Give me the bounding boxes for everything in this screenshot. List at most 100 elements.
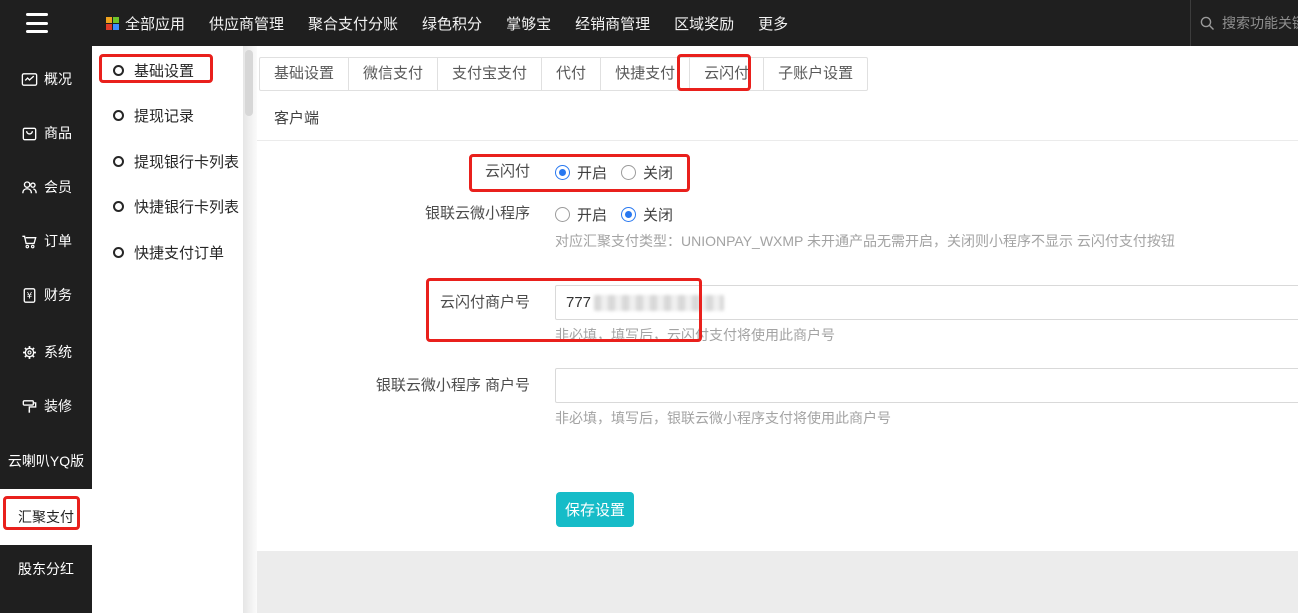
submenu-label: 提现银行卡列表 bbox=[134, 153, 240, 171]
top-nav-dealer[interactable]: 经销商管理 bbox=[575, 13, 650, 34]
radio-selected-icon bbox=[555, 164, 570, 180]
top-nav-more[interactable]: 更多 bbox=[758, 13, 788, 34]
system-icon bbox=[23, 345, 36, 359]
radio-unselected-icon bbox=[621, 164, 637, 180]
tab-daifu[interactable]: 代付 bbox=[541, 57, 602, 91]
tab-quick-pay[interactable]: 快捷支付 bbox=[600, 57, 691, 91]
field-label: 云闪付商户号 bbox=[439, 294, 530, 311]
radio-label: 关闭 bbox=[643, 206, 674, 224]
field-label: 银联云微小程序 bbox=[424, 205, 530, 222]
sidebar-label: 概况 bbox=[44, 71, 72, 87]
sidebar-item-finance[interactable]: ¥ 财务 bbox=[0, 284, 92, 306]
section-divider bbox=[257, 140, 1298, 141]
sidebar-item-goods[interactable]: 商品 bbox=[0, 122, 92, 144]
goods-icon bbox=[22, 127, 37, 140]
top-nav: 全部应用 供应商管理 聚合支付分账 绿色积分 掌够宝 经销商管理 区域奖励 更多 bbox=[106, 0, 788, 46]
help-text-quickpass-merchant: 非必填，填写后，云闪付支付将使用此商户号 bbox=[555, 327, 835, 343]
sidebar-label: 装修 bbox=[44, 398, 72, 414]
sidebar-label: 股东分红 bbox=[18, 561, 74, 577]
form-row-miniprogram-merchant-id: 银联云微小程序 商户号 非必填，填写后，银联云微小程序支付将使用此商户号 bbox=[257, 368, 1298, 428]
search-input[interactable] bbox=[1222, 15, 1298, 31]
bullet-icon bbox=[113, 246, 124, 258]
top-bar: 全部应用 供应商管理 聚合支付分账 绿色积分 掌够宝 经销商管理 区域奖励 更多 bbox=[0, 0, 1298, 46]
grid-icon bbox=[106, 16, 119, 30]
radio-quickpass-off[interactable]: 关闭 bbox=[621, 162, 673, 183]
form-row-miniprogram-toggle: 银联云微小程序 开启 关闭 对应汇聚支付类型：UNIONPAY_WXMP 未开通… bbox=[257, 202, 1175, 251]
tab-basic-settings[interactable]: 基础设置 bbox=[259, 57, 350, 91]
field-label: 银联云微小程序 商户号 bbox=[375, 377, 530, 394]
tab-subaccount-settings[interactable]: 子账户设置 bbox=[763, 57, 869, 91]
sidebar-item-shareholder-dividend[interactable]: 股东分红 bbox=[0, 558, 92, 580]
radio-label: 关闭 bbox=[643, 164, 674, 182]
main-sidebar: 概况 商品 会员 订单 ¥ 财务 系统 装修 云喇叭YQ版 汇聚支付 股东分红 bbox=[0, 46, 92, 613]
bullet-icon bbox=[113, 64, 124, 76]
top-nav-split-pay[interactable]: 聚合支付分账 bbox=[308, 13, 398, 34]
sidebar-label: 汇聚支付 bbox=[18, 509, 74, 525]
search-box bbox=[1199, 0, 1298, 46]
section-title-client: 客户端 bbox=[274, 110, 320, 127]
sidebar-label: 系统 bbox=[44, 344, 72, 360]
sub-sidebar: 基础设置 提现记录 提现银行卡列表 快捷银行卡列表 快捷支付订单 bbox=[92, 46, 243, 613]
sidebar-label: 会员 bbox=[44, 179, 72, 195]
bullet-icon bbox=[113, 155, 124, 167]
miniprogram-merchant-id-input[interactable] bbox=[555, 368, 1298, 403]
radio-unselected-icon bbox=[555, 206, 570, 222]
tab-alipay[interactable]: 支付宝支付 bbox=[437, 57, 543, 91]
menu-icon[interactable] bbox=[26, 13, 48, 33]
top-nav-label: 全部应用 bbox=[125, 15, 186, 33]
submenu-item-basic-settings[interactable]: 基础设置 bbox=[92, 58, 243, 82]
submenu-label: 提现记录 bbox=[134, 107, 195, 125]
help-text-miniprogram: 对应汇聚支付类型：UNIONPAY_WXMP 未开通产品无需开启，关闭则小程序不… bbox=[555, 233, 1175, 249]
tab-unionpay-quickpass[interactable]: 云闪付 bbox=[689, 57, 765, 91]
sidebar-item-yunlaba[interactable]: 云喇叭YQ版 bbox=[0, 450, 92, 472]
overview-icon bbox=[21, 72, 38, 86]
top-nav-all-apps[interactable]: 全部应用 bbox=[106, 13, 185, 34]
search-icon bbox=[1200, 16, 1214, 30]
scrollbar-thumb[interactable] bbox=[245, 50, 253, 116]
members-icon bbox=[22, 180, 37, 193]
sidebar-item-orders[interactable]: 订单 bbox=[0, 230, 92, 252]
sidebar-label: 财务 bbox=[44, 287, 72, 303]
orders-icon bbox=[22, 235, 37, 248]
sidebar-item-huiju-pay[interactable]: 汇聚支付 bbox=[0, 489, 92, 545]
top-nav-green-points[interactable]: 绿色积分 bbox=[422, 13, 482, 34]
sidebar-item-members[interactable]: 会员 bbox=[0, 176, 92, 198]
sidebar-label: 云喇叭YQ版 bbox=[7, 453, 85, 469]
help-text-miniprogram-merchant: 非必填，填写后，银联云微小程序支付将使用此商户号 bbox=[555, 410, 891, 426]
tab-wechat-pay[interactable]: 微信支付 bbox=[348, 57, 439, 91]
sidebar-label: 订单 bbox=[44, 233, 72, 249]
content-bottom-gray bbox=[257, 551, 1298, 613]
submenu-item-quick-bank-cards[interactable]: 快捷银行卡列表 bbox=[92, 194, 243, 218]
radio-miniprogram-off[interactable]: 关闭 bbox=[621, 204, 673, 225]
radio-quickpass-on[interactable]: 开启 bbox=[555, 162, 607, 183]
bullet-icon bbox=[113, 200, 124, 212]
radio-miniprogram-on[interactable]: 开启 bbox=[555, 204, 607, 225]
top-nav-supplier[interactable]: 供应商管理 bbox=[209, 13, 284, 34]
main-content: 基础设置 微信支付 支付宝支付 代付 快捷支付 云闪付 子账户设置 客户端 云闪… bbox=[257, 46, 1298, 613]
form-row-quickpass-merchant-id: 云闪付商户号 777 非必填，填写后，云闪付支付将使用此商户号 bbox=[257, 285, 1298, 345]
submenu-label: 基础设置 bbox=[134, 62, 195, 80]
top-nav-region-reward[interactable]: 区域奖励 bbox=[674, 13, 734, 34]
search-divider bbox=[1190, 0, 1191, 46]
sidebar-item-system[interactable]: 系统 bbox=[0, 341, 92, 363]
submenu-item-withdraw-records[interactable]: 提现记录 bbox=[92, 103, 243, 127]
submenu-item-withdraw-bank-cards[interactable]: 提现银行卡列表 bbox=[92, 149, 243, 173]
submenu-item-quick-pay-orders[interactable]: 快捷支付订单 bbox=[92, 240, 243, 264]
save-settings-button[interactable]: 保存设置 bbox=[556, 492, 634, 527]
decorate-icon bbox=[22, 399, 37, 413]
sidebar-item-overview[interactable]: 概况 bbox=[0, 68, 92, 90]
radio-label: 开启 bbox=[577, 164, 608, 182]
svg-text:¥: ¥ bbox=[27, 291, 33, 301]
sidebar-item-decorate[interactable]: 装修 bbox=[0, 395, 92, 417]
radio-selected-icon bbox=[621, 206, 637, 222]
top-nav-zhanggoubao[interactable]: 掌够宝 bbox=[506, 13, 551, 34]
quickpass-merchant-id-input[interactable]: 777 bbox=[555, 285, 1298, 320]
sidebar-label: 商品 bbox=[44, 125, 72, 141]
field-label: 云闪付 bbox=[484, 163, 530, 180]
redacted-value-blur bbox=[594, 294, 725, 311]
input-value: 777 bbox=[566, 294, 592, 311]
bullet-icon bbox=[113, 109, 124, 121]
radio-label: 开启 bbox=[577, 206, 608, 224]
form-row-quickpass-toggle: 云闪付 开启 关闭 bbox=[257, 160, 673, 184]
submenu-label: 快捷支付订单 bbox=[134, 244, 225, 262]
